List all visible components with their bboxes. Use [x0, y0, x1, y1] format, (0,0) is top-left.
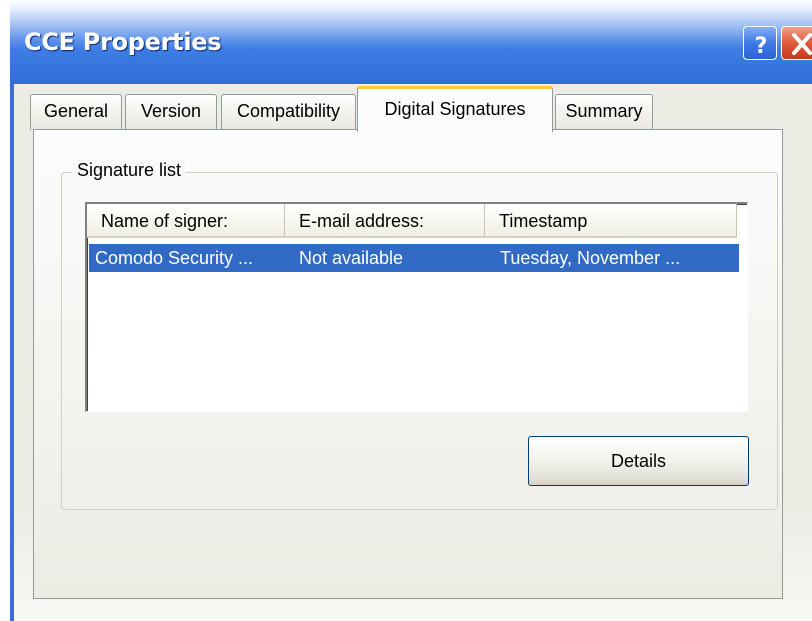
list-header: Name of signer: E-mail address: Timestam…	[87, 204, 747, 238]
details-button[interactable]: Details	[528, 436, 749, 486]
svg-text:?: ?	[755, 34, 768, 59]
column-header-timestamp[interactable]: Timestamp	[485, 204, 737, 238]
tab-version[interactable]: Version	[125, 94, 217, 130]
close-button[interactable]	[781, 26, 812, 60]
tab-general[interactable]: General	[30, 94, 122, 130]
signature-list-label: Signature list	[72, 160, 187, 181]
list-item[interactable]: Comodo Security ... Not available Tuesda…	[89, 244, 739, 272]
signer-name: Comodo Security ...	[95, 248, 254, 268]
question-icon: ?	[755, 34, 768, 59]
help-button[interactable]: ?	[743, 26, 777, 60]
signer-email: Not available	[299, 248, 404, 268]
signature-list[interactable]: Name of signer: E-mail address: Timestam…	[85, 202, 748, 412]
tab-summary[interactable]: Summary	[555, 94, 653, 130]
tab-compatibility[interactable]: Compatibility	[221, 94, 356, 130]
signer-timestamp: Tuesday, November ...	[500, 248, 681, 268]
window-title: CCE Properties	[24, 28, 222, 56]
tab-digital-signatures[interactable]: Digital Signatures	[357, 86, 553, 132]
column-header-email[interactable]: E-mail address:	[285, 204, 485, 238]
column-header-name[interactable]: Name of signer:	[87, 204, 285, 238]
title-bar[interactable]: CCE Properties ?	[10, 0, 812, 84]
close-icon	[792, 33, 812, 55]
